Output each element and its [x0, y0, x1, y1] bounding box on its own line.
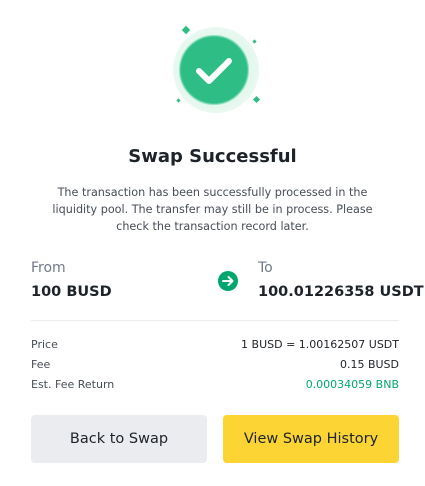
arrow-right-icon: [218, 271, 238, 291]
fee-return-row: Est. Fee Return 0.00034059 BNB: [31, 376, 399, 392]
fee-return-value: 0.00034059 BNB: [305, 377, 399, 391]
to-amount: 100.01226358 USDT: [258, 284, 424, 300]
dialog-description: The transaction has been successfully pr…: [52, 186, 373, 233]
back-to-swap-button[interactable]: Back to Swap: [31, 415, 207, 463]
fee-label: Fee: [31, 357, 51, 371]
price-value: 1 BUSD = 1.00162507 USDT: [241, 337, 399, 351]
view-swap-history-button[interactable]: View Swap History: [223, 415, 399, 463]
price-row: Price 1 BUSD = 1.00162507 USDT: [31, 336, 399, 352]
from-label: From: [31, 260, 66, 276]
success-illustration: [0, 0, 425, 130]
to-label: To: [258, 260, 273, 276]
fee-value: 0.15 BUSD: [339, 357, 399, 371]
success-badge-icon: [173, 25, 261, 113]
dialog-title: Swap Successful: [128, 146, 297, 167]
swap-success-dialog: Swap Successful The transaction has been…: [0, 0, 425, 486]
from-amount: 100 BUSD: [31, 284, 112, 300]
divider: [31, 320, 399, 321]
fee-return-label: Est. Fee Return: [31, 377, 115, 391]
price-label: Price: [31, 337, 58, 351]
fee-row: Fee 0.15 BUSD: [31, 356, 399, 372]
